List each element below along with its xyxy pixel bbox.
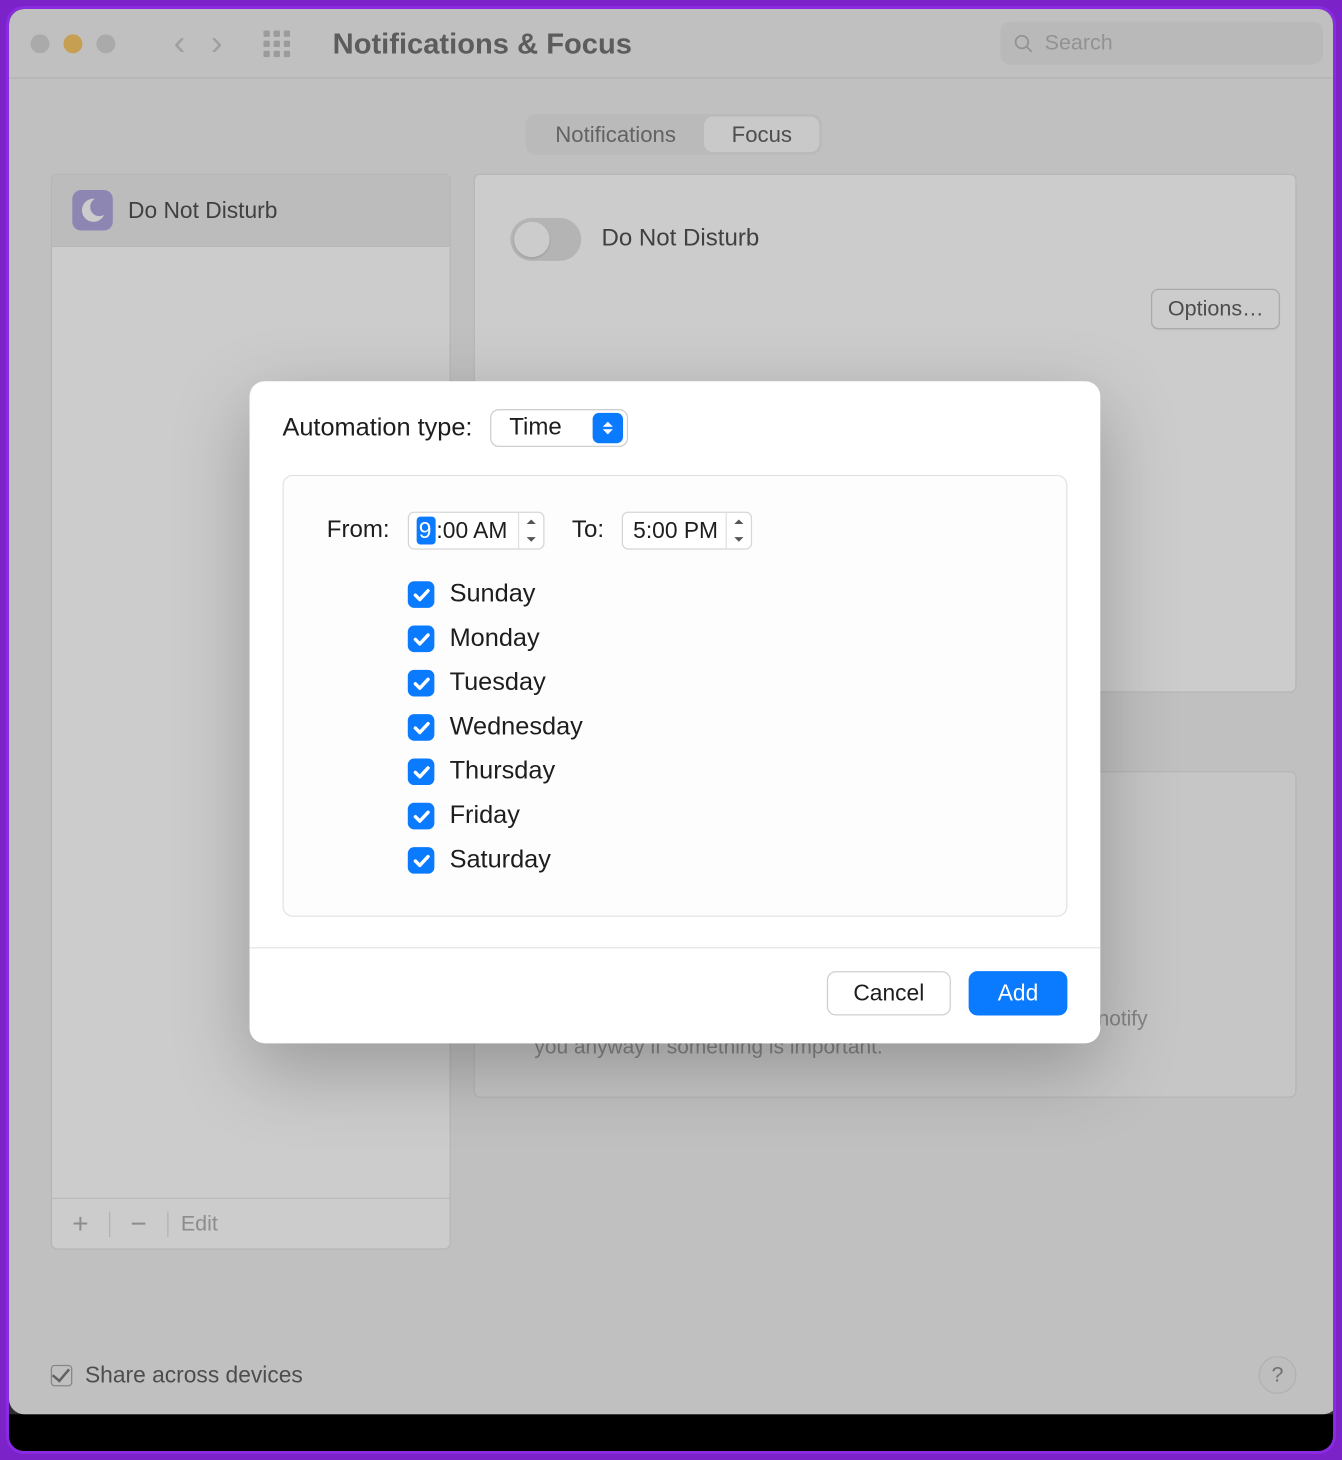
automation-type-dropdown[interactable]: Time bbox=[490, 409, 627, 447]
day-checkbox[interactable] bbox=[408, 670, 435, 697]
cancel-button[interactable]: Cancel bbox=[827, 971, 951, 1015]
day-checkbox[interactable] bbox=[408, 581, 435, 608]
from-rest: :00 AM bbox=[435, 517, 510, 544]
to-stepper[interactable] bbox=[726, 513, 751, 548]
day-label: Monday bbox=[450, 624, 540, 653]
day-checkbox[interactable] bbox=[408, 626, 435, 653]
from-label: From: bbox=[327, 517, 390, 545]
day-row: Thursday bbox=[408, 757, 1031, 786]
day-label: Wednesday bbox=[450, 713, 583, 742]
stepper-down-icon[interactable] bbox=[519, 531, 543, 549]
to-label: To: bbox=[572, 517, 604, 545]
to-value: 5:00 PM bbox=[633, 517, 718, 544]
day-row: Wednesday bbox=[408, 713, 1031, 742]
stepper-down-icon[interactable] bbox=[727, 531, 751, 549]
add-button[interactable]: Add bbox=[969, 971, 1068, 1015]
automation-modal: Automation type: Time From: 9 :00 AM bbox=[250, 381, 1101, 1043]
automation-type-value: Time bbox=[491, 414, 592, 442]
from-hour-selected: 9 bbox=[416, 517, 435, 545]
day-label: Thursday bbox=[450, 757, 556, 786]
to-time-field[interactable]: 5:00 PM bbox=[622, 512, 752, 550]
from-time-field[interactable]: 9 :00 AM bbox=[407, 512, 544, 550]
day-row: Friday bbox=[408, 802, 1031, 831]
day-label: Sunday bbox=[450, 580, 536, 609]
day-label: Tuesday bbox=[450, 669, 546, 698]
day-label: Friday bbox=[450, 802, 520, 831]
automation-type-label: Automation type: bbox=[282, 413, 472, 442]
day-checkbox[interactable] bbox=[408, 847, 435, 874]
stepper-up-icon[interactable] bbox=[727, 513, 751, 531]
day-label: Saturday bbox=[450, 846, 551, 875]
from-stepper[interactable] bbox=[517, 513, 542, 548]
day-checkbox[interactable] bbox=[408, 758, 435, 785]
day-row: Saturday bbox=[408, 846, 1031, 875]
day-checkbox[interactable] bbox=[408, 714, 435, 741]
stepper-up-icon[interactable] bbox=[519, 513, 543, 531]
prefs-window: ‹ › Notifications & Focus Search Notific… bbox=[9, 9, 1336, 1414]
day-row: Monday bbox=[408, 624, 1031, 653]
day-row: Sunday bbox=[408, 580, 1031, 609]
day-checkbox[interactable] bbox=[408, 803, 435, 830]
dropdown-arrows-icon bbox=[592, 413, 622, 443]
day-row: Tuesday bbox=[408, 669, 1031, 698]
